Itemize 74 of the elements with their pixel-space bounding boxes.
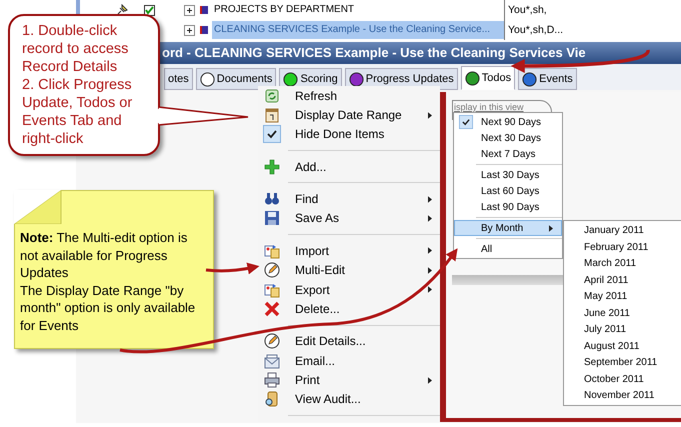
menu-item[interactable]: Next 30 Days	[454, 130, 562, 146]
menu-item[interactable]: Find	[258, 189, 440, 209]
menu-item[interactable]: Hide Done Items	[258, 124, 440, 144]
tab[interactable]: Documents	[196, 68, 276, 90]
checkmark-icon	[263, 125, 281, 144]
menu-item[interactable]: Multi-Edit	[258, 260, 440, 280]
delete-icon	[264, 300, 280, 317]
pencil-icon	[264, 262, 280, 278]
submenu-arrow-icon	[428, 247, 432, 254]
submenu-arrow-icon	[428, 196, 432, 203]
menu-item[interactable]: Save As	[258, 208, 440, 228]
menu-item[interactable]: September 2011	[584, 355, 681, 372]
document-arrow-icon	[264, 242, 280, 259]
checkmark-icon	[459, 115, 473, 129]
menu-item[interactable]: Add...	[258, 157, 440, 176]
menu-item[interactable]: View Audit...	[258, 390, 440, 410]
submenu-arrow-icon	[428, 266, 432, 274]
menu-item[interactable]: October 2011	[584, 372, 681, 388]
menu-item[interactable]: June 2011	[584, 306, 681, 322]
table-cell: You*,sh,D...	[504, 20, 564, 40]
menu-item[interactable]: By Month	[454, 220, 562, 236]
menu-item[interactable]: April 2011	[584, 272, 681, 289]
menu-item[interactable]: Edit Details...	[258, 332, 440, 351]
menu-item[interactable]: Last 90 Days	[454, 199, 562, 215]
submenu-arrow-icon	[428, 376, 432, 384]
menu-item[interactable]: Print	[258, 370, 440, 390]
document-arrow-icon	[264, 282, 280, 298]
menu-item[interactable]: November 2011	[584, 388, 681, 404]
tab[interactable]: otes	[164, 68, 193, 90]
calendar-icon	[264, 107, 280, 124]
folder-icon	[200, 26, 208, 34]
submenu-arrow-icon	[428, 112, 432, 119]
note-text: Note: The Multi-edit option is not available for Progress Updates	[20, 229, 188, 282]
menu-item[interactable]: All	[454, 241, 562, 257]
menu-item[interactable]: Export	[258, 280, 440, 300]
tab-icon	[283, 72, 298, 86]
refresh-icon	[264, 88, 280, 104]
plus-icon	[264, 158, 280, 175]
menu-item[interactable]: March 2011	[584, 256, 681, 272]
tab[interactable]: Events	[518, 68, 577, 90]
menu-item[interactable]: August 2011	[584, 338, 681, 355]
submenu-arrow-icon	[428, 214, 432, 222]
menu-item[interactable]: Last 30 Days	[454, 167, 562, 183]
menu-item[interactable]: Next 7 Days	[454, 146, 562, 162]
folder-icon	[200, 6, 208, 14]
tree-item[interactable]: PROJECTS BY DEPARTMENT	[212, 1, 504, 19]
pencil-icon	[264, 333, 280, 350]
expand-icon[interactable]	[184, 4, 195, 16]
audit-scroll-icon	[264, 391, 280, 408]
menu-item[interactable]: February 2011	[584, 240, 681, 256]
expand-icon[interactable]	[184, 24, 195, 36]
note-text: The Display Date Range "by month" option is only available for Events	[20, 282, 196, 334]
menu-item[interactable]: Last 60 Days	[454, 183, 562, 199]
menu-item[interactable]: Display Date Range	[258, 105, 440, 125]
tab-icon	[200, 72, 215, 86]
tab[interactable]: Todos	[460, 66, 516, 90]
menu-item[interactable]: May 2011	[584, 289, 681, 306]
submenu-arrow-icon	[549, 224, 553, 232]
binoculars-icon	[264, 191, 280, 208]
tree-item[interactable]: CLEANING SERVICES Example - Use the Cleaning Service...	[212, 21, 504, 39]
tab-icon	[522, 72, 538, 86]
envelope-icon	[264, 352, 280, 369]
table-cell: You*,sh,	[504, 0, 547, 20]
menu-item[interactable]: Import	[258, 241, 440, 260]
menu-item[interactable]: Delete...	[258, 299, 440, 319]
tab-icon	[348, 72, 364, 86]
submenu-arrow-icon	[428, 286, 432, 294]
pushpin-icon	[116, 4, 128, 16]
menu-item[interactable]: July 2011	[584, 322, 681, 338]
menu-item[interactable]: Email...	[258, 350, 440, 370]
tab-icon	[464, 70, 480, 86]
menu-item[interactable]: January 2011	[584, 223, 681, 240]
callout-text: 2. Click Progress Update, Todos or Events Tab and right-click	[22, 76, 134, 148]
printer-icon	[264, 372, 280, 388]
